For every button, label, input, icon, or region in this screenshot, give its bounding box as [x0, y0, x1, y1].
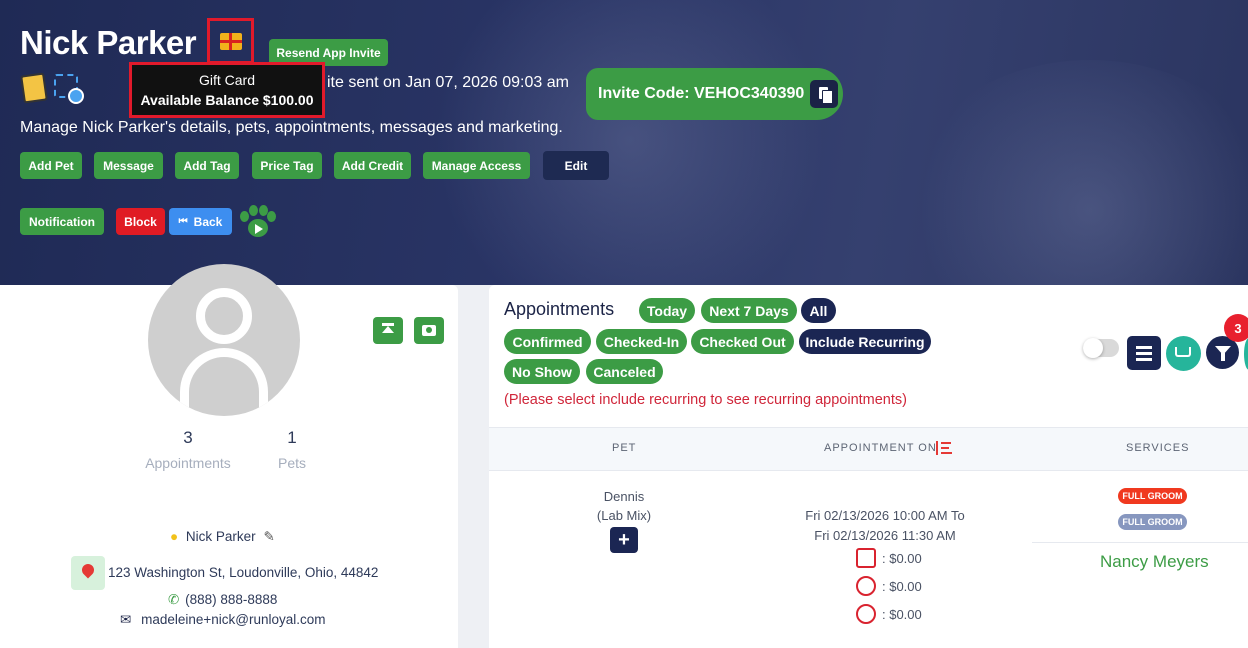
deposit-amount: : $0.00 [882, 607, 922, 622]
column-services: SERVICES [1126, 442, 1190, 454]
cart-icon[interactable] [1166, 336, 1201, 371]
column-pet: PET [612, 442, 637, 454]
list-view-button[interactable] [1127, 336, 1161, 370]
customer-name: Nick Parker [20, 24, 197, 61]
map-pin-icon[interactable] [71, 556, 105, 590]
invite-code-text: Invite Code: VEHOC340390 [598, 85, 805, 102]
filter-confirmed[interactable]: Confirmed [504, 329, 591, 354]
pencil-icon[interactable]: ✎ [263, 529, 274, 544]
add-pet-button[interactable]: Add Pet [20, 152, 82, 179]
edit-button[interactable]: Edit [543, 151, 609, 180]
service-tag: FULL GROOM [1118, 488, 1187, 504]
price-tag-button[interactable]: Price Tag [252, 152, 322, 179]
copy-icon[interactable] [810, 80, 839, 108]
envelope-icon: ✉ [120, 612, 132, 627]
tooltip-balance: Available Balance $100.00 [140, 92, 314, 108]
avatar-body [180, 348, 268, 408]
appointments-title: Appointments [504, 299, 615, 319]
invoice-amount: : $0.00 [882, 551, 922, 566]
upload-arrow [382, 326, 394, 333]
filter-today[interactable]: Today [639, 298, 695, 323]
notification-button[interactable]: Notification [20, 208, 104, 235]
pet-name[interactable]: Dennis [596, 489, 652, 504]
message-button[interactable]: Message [94, 152, 163, 179]
filter-next-7-days[interactable]: Next 7 Days [701, 298, 797, 323]
tip-hand-icon [856, 576, 876, 596]
appointment-start: Fri 02/13/2026 10:00 AM To [805, 508, 965, 523]
filter-all[interactable]: All [801, 298, 836, 323]
filter-canceled[interactable]: Canceled [586, 359, 663, 384]
sort-line [941, 452, 952, 454]
header-background-blur [900, 60, 1248, 285]
paw-toe [240, 211, 249, 222]
address-text: 123 Washington St, Loudonville, Ohio, 44… [108, 565, 379, 580]
email-row: ✉ madeleine+nick@runloyal.com [120, 612, 326, 628]
paw-play-icon[interactable] [238, 205, 278, 241]
pets-label: Pets [277, 455, 306, 471]
phone-text[interactable]: (888) 888-8888 [185, 592, 277, 607]
appointment-end: Fri 02/13/2026 11:30 AM [814, 528, 956, 543]
gift-card-tooltip: Gift Card Available Balance $100.00 [129, 62, 325, 118]
notes-icon[interactable] [20, 72, 48, 104]
list-icon-line [1136, 358, 1152, 361]
filter-count-badge: 3 [1224, 314, 1248, 342]
expand-plus-button[interactable]: + [610, 527, 638, 553]
list-icon-line [1136, 346, 1152, 349]
user-icon: ● [170, 529, 179, 544]
filter-no-show[interactable]: No Show [504, 359, 580, 384]
camera-lens [426, 327, 432, 333]
view-toggle[interactable] [1083, 338, 1119, 358]
page-description: Manage Nick Parker's details, pets, appo… [20, 119, 563, 136]
invite-sent-text: ite sent on Jan 07, 2026 09:03 am [327, 74, 569, 91]
phone-icon: ✆ [168, 592, 180, 607]
recurring-note: (Please select include recurring to see … [504, 392, 907, 408]
more-button[interactable] [1244, 338, 1248, 370]
gift-card-highlight[interactable] [207, 18, 254, 64]
back-button[interactable]: ⏮ Back [169, 208, 232, 235]
customer-name-row: ● Nick Parker ✎ [170, 529, 275, 545]
tooltip-title: Gift Card [198, 72, 255, 88]
block-button[interactable]: Block [116, 208, 165, 235]
invite-code-box: Invite Code: VEHOC340390 [586, 68, 843, 120]
service-tag: FULL GROOM [1118, 514, 1187, 530]
back-label: Back [193, 214, 223, 229]
list-icon-line [1136, 352, 1152, 355]
sort-line [941, 442, 951, 444]
back-icon: ⏮ [178, 216, 188, 227]
user-icon [68, 88, 84, 104]
staff-name: Nancy Meyers [1100, 552, 1209, 571]
divider [1032, 542, 1248, 543]
header-background-blur [420, 0, 840, 285]
manage-access-button[interactable]: Manage Access [423, 152, 530, 179]
coins-icon [856, 604, 876, 624]
paw-toe [267, 211, 276, 222]
pet-breed: (Lab Mix) [596, 508, 652, 523]
cart-glyph [1175, 347, 1191, 357]
gift-card-icon[interactable] [220, 33, 242, 50]
camera-button[interactable] [414, 317, 444, 344]
avatar-head [196, 288, 252, 344]
appointments-count: 3 [183, 428, 193, 447]
paw-toe [249, 205, 258, 216]
avatar [148, 264, 300, 416]
pets-count: 1 [287, 428, 297, 447]
phone-row: ✆ (888) 888-8888 [168, 592, 277, 608]
email-text[interactable]: madeleine+nick@runloyal.com [141, 612, 325, 627]
add-tag-button[interactable]: Add Tag [175, 152, 239, 179]
filter-checked-out[interactable]: Checked Out [691, 329, 794, 354]
filter-include-recurring[interactable]: Include Recurring [799, 329, 931, 354]
invoice-icon [856, 548, 876, 568]
add-credit-button[interactable]: Add Credit [334, 152, 411, 179]
play-icon [255, 224, 263, 234]
profile-name: Nick Parker [185, 529, 256, 544]
column-appointment-on[interactable]: APPOINTMENT ON [824, 442, 937, 454]
filter-checked-in[interactable]: Checked-In [596, 329, 687, 354]
appointments-label: Appointments [145, 455, 231, 471]
tip-amount: : $0.00 [882, 579, 922, 594]
sort-line [941, 447, 949, 449]
upload-photo-button[interactable] [373, 317, 403, 344]
sort-icon[interactable] [934, 439, 952, 457]
sort-arrow [936, 441, 938, 455]
